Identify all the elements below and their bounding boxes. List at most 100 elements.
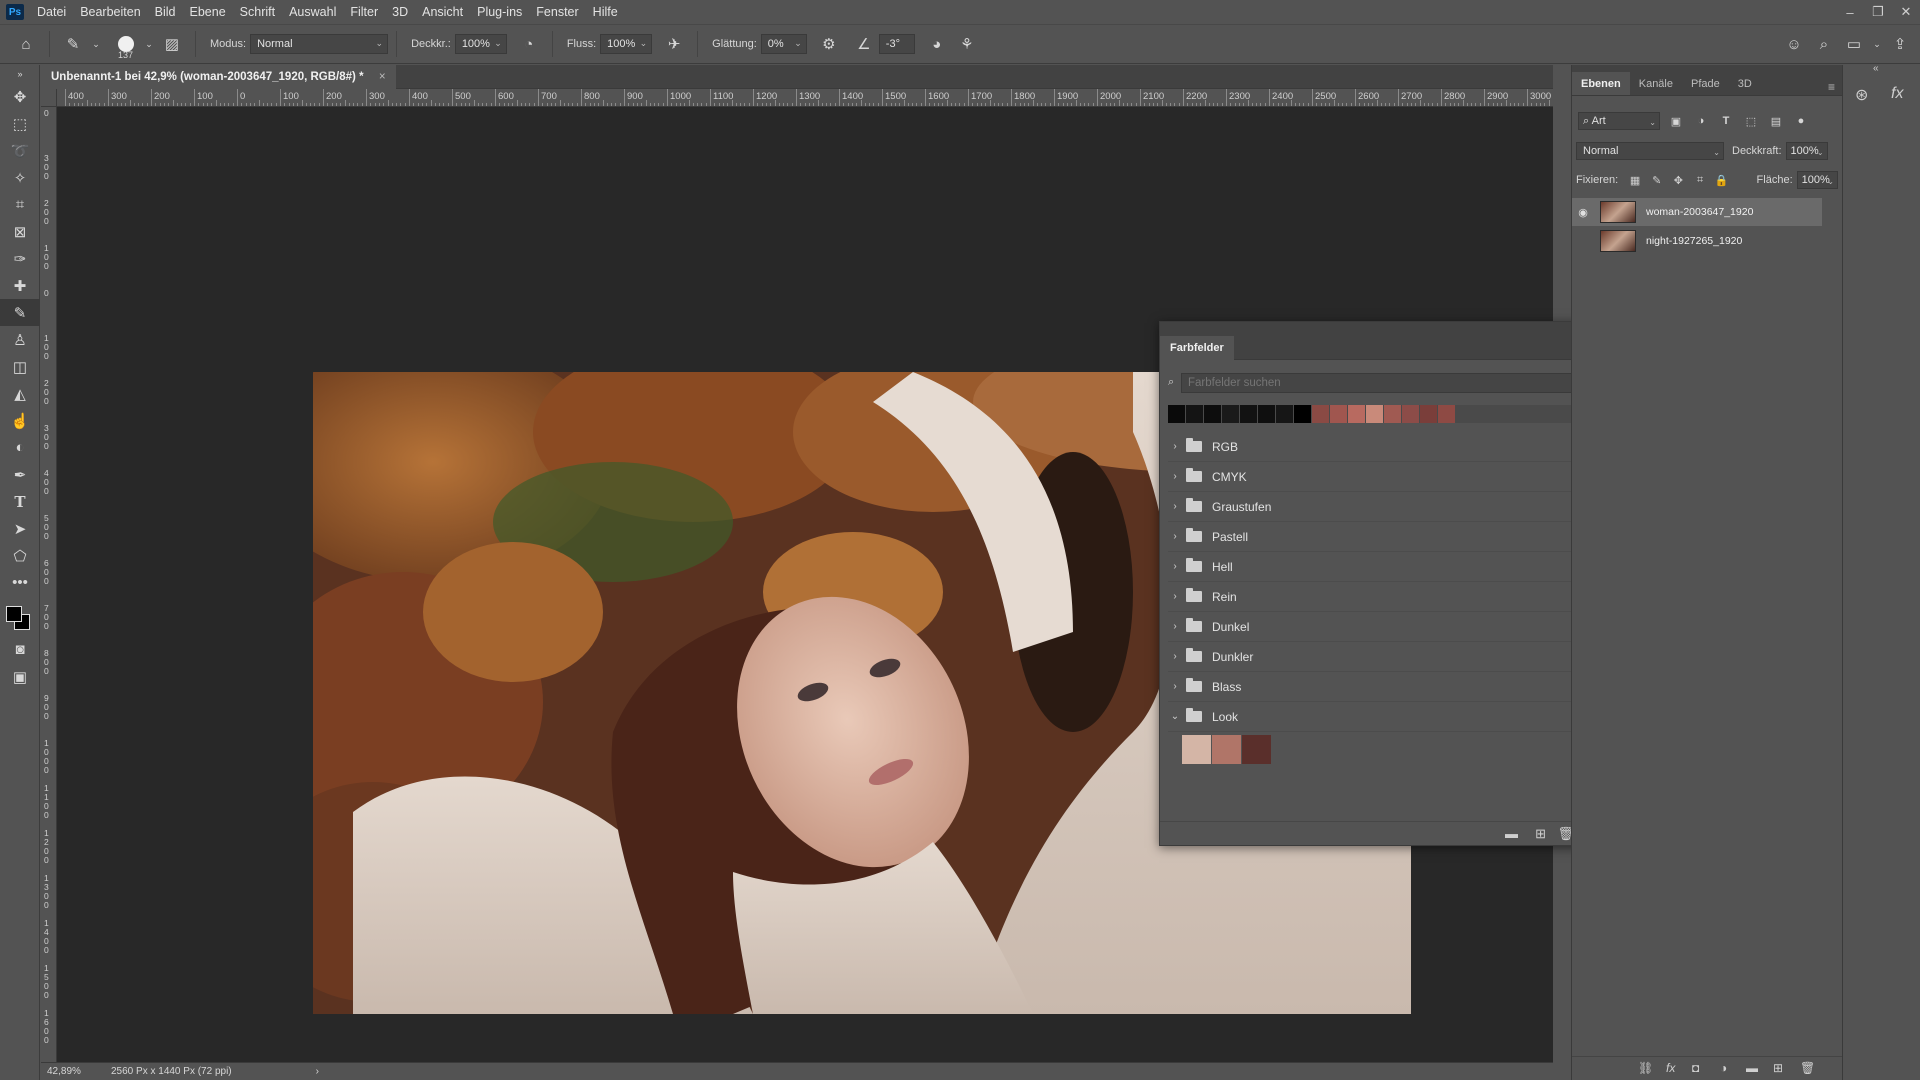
visibility-eye-icon[interactable]: ◉ [1572,206,1594,219]
swatch-group-look[interactable]: ⌄ Look [1168,702,1593,732]
chevron-right-icon[interactable]: › [1168,471,1182,482]
fx-icon[interactable]: fx [1666,1061,1675,1075]
recent-color-swatch[interactable] [1204,405,1221,423]
recent-color-swatch[interactable] [1438,405,1455,423]
close-window-icon[interactable]: ✕ [1892,0,1920,24]
chevron-right-icon[interactable]: › [1168,531,1182,542]
blend-mode-select[interactable]: Normal ⌄ [1576,142,1724,160]
fill-field[interactable]: 100% ⌄ [1796,171,1838,189]
lock-artboard-icon[interactable]: ⌗ [1691,171,1709,189]
pressure-opacity-icon[interactable]: ◔ [517,32,541,56]
move-tool-icon[interactable]: ✥ [0,83,40,110]
collapse-icon[interactable]: » [0,65,40,83]
menu-plugins[interactable]: Plug-ins [470,0,529,24]
deckkraft-field[interactable]: 100% ⌄ [454,34,507,54]
restore-icon[interactable]: ❐ [1864,0,1892,24]
menu-fenster[interactable]: Fenster [529,0,585,24]
chevron-down-icon[interactable]: ⌄ [1872,32,1882,56]
layer-filter-select[interactable]: ⌕ Art ⌄ [1578,112,1660,130]
recent-color-swatch[interactable] [1312,405,1329,423]
chevron-right-icon[interactable]: › [1168,651,1182,662]
swatch-group-dunkler[interactable]: › Dunkler [1168,642,1593,672]
healing-brush-tool-icon[interactable]: ✚ [0,272,40,299]
recent-color-swatch[interactable] [1168,405,1185,423]
chevron-right-icon[interactable]: › [1168,561,1182,572]
swatches-search-input[interactable] [1181,373,1591,393]
menu-datei[interactable]: Datei [30,0,73,24]
adjustment-layer-icon[interactable]: ◑ [1720,1061,1727,1075]
lock-all-icon[interactable]: 🔒 [1713,171,1731,189]
vertical-ruler[interactable]: 0 300 200 100 0 100 200 300 400 500 600 700 800 900 10… [41,107,57,1062]
chevron-right-icon[interactable]: › [1168,591,1182,602]
collapse-icon[interactable]: « [1873,63,1879,74]
brush-tool-icon[interactable]: ✎ [0,299,40,326]
eraser-tool-icon[interactable]: ◫ [0,353,40,380]
filter-shape-icon[interactable]: ⬚ [1742,112,1760,130]
look-color-swatch[interactable] [1242,735,1271,764]
panel-drag-bar[interactable]: « ✕ [1160,322,1600,336]
paint-bucket-tool-icon[interactable]: ◭ [0,380,40,407]
minimize-icon[interactable]: – [1836,0,1864,24]
menu-auswahl[interactable]: Auswahl [282,0,343,24]
chevron-right-icon[interactable]: › [1168,681,1182,692]
look-color-swatch[interactable] [1182,735,1211,764]
menu-ebene[interactable]: Ebene [183,0,233,24]
link-layers-icon[interactable]: ⛓ [1638,1061,1653,1075]
recent-color-swatch[interactable] [1366,405,1383,423]
swatch-group-rgb[interactable]: › RGB [1168,432,1593,462]
zoom-level[interactable]: 42,89% [41,1066,101,1077]
workspace-icon[interactable]: ▭ [1842,32,1866,56]
swatch-group-blass[interactable]: › Blass [1168,672,1593,702]
quick-mask-icon[interactable]: ◙ [0,636,40,663]
gear-icon[interactable]: ⚙ [817,32,841,56]
layer-name[interactable]: night-1927265_1920 [1646,235,1742,247]
trash-icon[interactable]: 🗑 [1800,1061,1815,1075]
lock-pixels-icon[interactable]: ✎ [1648,171,1666,189]
eyedropper-tool-icon[interactable]: ✑ [0,245,40,272]
menu-3d[interactable]: 3D [385,0,415,24]
lock-position-icon[interactable]: ✥ [1670,171,1688,189]
filter-smart-object-icon[interactable]: ▤ [1767,112,1785,130]
new-group-folder-icon[interactable]: ▬ [1746,1061,1758,1075]
angle-field[interactable]: -3° [878,34,915,54]
dodge-tool-icon[interactable]: ◐ [0,434,40,461]
swatch-group-dunkel[interactable]: › Dunkel [1168,612,1593,642]
screen-mode-icon[interactable]: ▣ [0,663,40,690]
filter-toggle-icon[interactable]: ● [1792,112,1810,130]
recent-color-swatch[interactable] [1330,405,1347,423]
tab-pfade[interactable]: Pfade [1682,72,1729,95]
new-group-folder-icon[interactable]: ▬ [1505,826,1518,841]
recent-color-swatch[interactable] [1420,405,1437,423]
tab-ebenen[interactable]: Ebenen [1572,72,1630,95]
opacity-field[interactable]: 100% ⌄ [1785,142,1828,160]
chevron-down-icon[interactable]: ⌄ [144,32,154,56]
recent-color-swatch[interactable] [1402,405,1419,423]
fx-panel-icon[interactable]: fx [1891,85,1903,103]
layer-row[interactable]: night-1927265_1920 [1572,227,1822,255]
pressure-size-icon[interactable]: ◕ [925,32,949,56]
swatch-group-rein[interactable]: › Rein [1168,582,1593,612]
recent-color-swatch[interactable] [1294,405,1311,423]
menu-filter[interactable]: Filter [343,0,385,24]
recent-color-swatch[interactable] [1222,405,1239,423]
panel-menu-icon[interactable]: ≡ [1828,80,1835,94]
swatch-group-cmyk[interactable]: › CMYK [1168,462,1593,492]
filter-pixel-icon[interactable]: ▣ [1667,112,1685,130]
swatch-group-hell[interactable]: › Hell [1168,552,1593,582]
chevron-right-icon[interactable]: › [1168,441,1182,452]
new-swatch-icon[interactable]: ⊞ [1535,826,1546,842]
lasso-tool-icon[interactable]: ➰ [0,137,40,164]
crop-tool-icon[interactable]: ⌗ [0,191,40,218]
home-icon[interactable]: ⌂ [14,32,38,56]
layer-name[interactable]: woman-2003647_1920 [1646,206,1753,218]
stamp-tool-icon[interactable]: ♙ [0,326,40,353]
symmetry-icon[interactable]: ⚘ [955,32,979,56]
tab-3d[interactable]: 3D [1729,72,1761,95]
marquee-tool-icon[interactable]: ⬚ [0,110,40,137]
lock-transparent-icon[interactable]: ▦ [1626,171,1644,189]
foreground-color-swatch[interactable] [6,606,22,622]
share-icon[interactable]: ⇪ [1888,32,1912,56]
menu-hilfe[interactable]: Hilfe [586,0,625,24]
swatch-group-graustufen[interactable]: › Graustufen [1168,492,1593,522]
layer-row[interactable]: ◉ woman-2003647_1920 [1572,198,1822,226]
